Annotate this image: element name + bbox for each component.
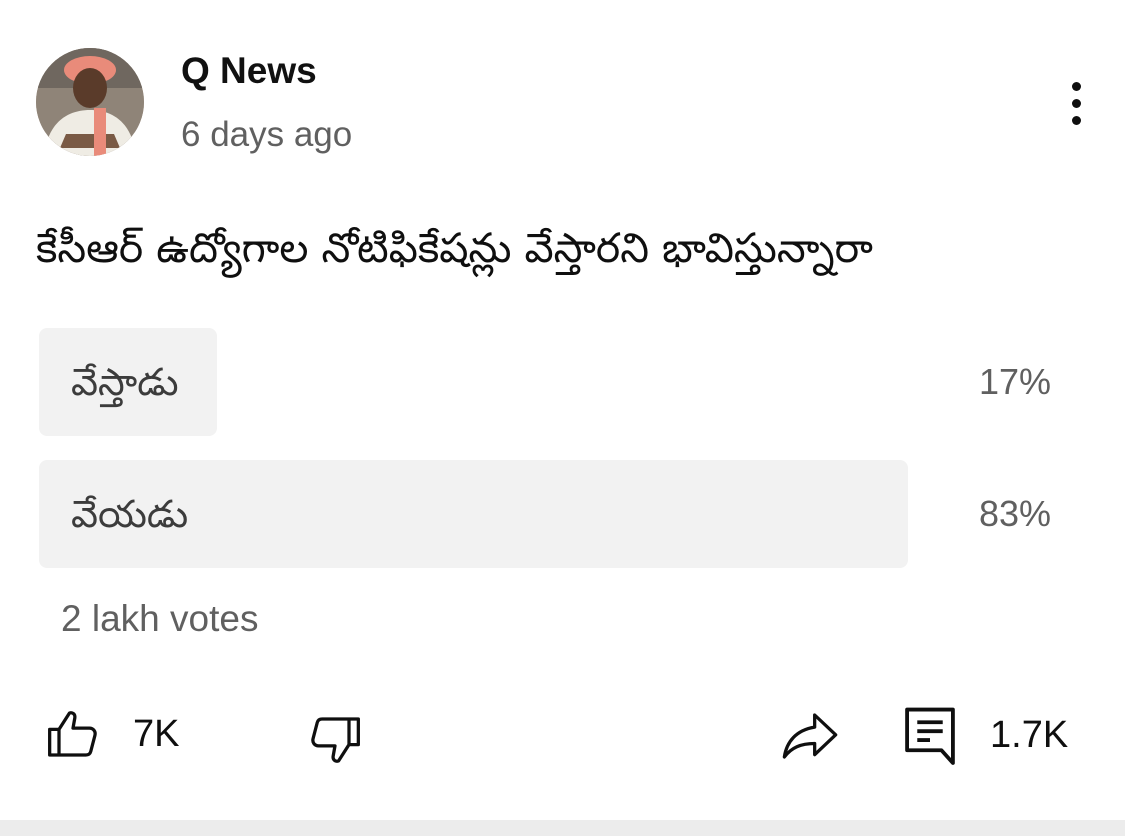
share-button[interactable] (778, 708, 842, 764)
vote-count: 2 lakh votes (61, 598, 259, 639)
thumbs-down-icon (311, 717, 360, 763)
channel-name[interactable]: Q News (181, 50, 317, 92)
dislike-button[interactable] (306, 712, 364, 768)
share-icon (782, 713, 838, 759)
comment-count: 1.7K (990, 713, 1069, 756)
poll-option-percent: 83% (978, 493, 1051, 534)
more-options-button[interactable] (1052, 78, 1102, 130)
channel-avatar[interactable] (36, 48, 144, 156)
post-timestamp: 6 days ago (181, 115, 353, 154)
comment-icon (905, 707, 955, 765)
poll-option[interactable]: వేయడు 83% (39, 460, 1051, 568)
thumbs-up-icon (48, 711, 97, 757)
comments-button[interactable]: 1.7K (902, 704, 1068, 766)
like-button[interactable]: 7K (45, 706, 179, 762)
poll-option-label: వేయడు (71, 492, 189, 536)
poll-option-label: వేస్తాడు (71, 360, 179, 404)
poll-option-percent: 17% (978, 361, 1051, 402)
like-count: 7K (133, 712, 180, 755)
poll-question: కేసీఆర్ ఉద్యోగాల నోటిఫికేషన్లు వేస్తారని… (36, 224, 873, 272)
bottom-divider (0, 820, 1125, 836)
poll-option[interactable]: వేస్తాడు 17% (39, 328, 1051, 436)
avatar-image (36, 48, 144, 156)
